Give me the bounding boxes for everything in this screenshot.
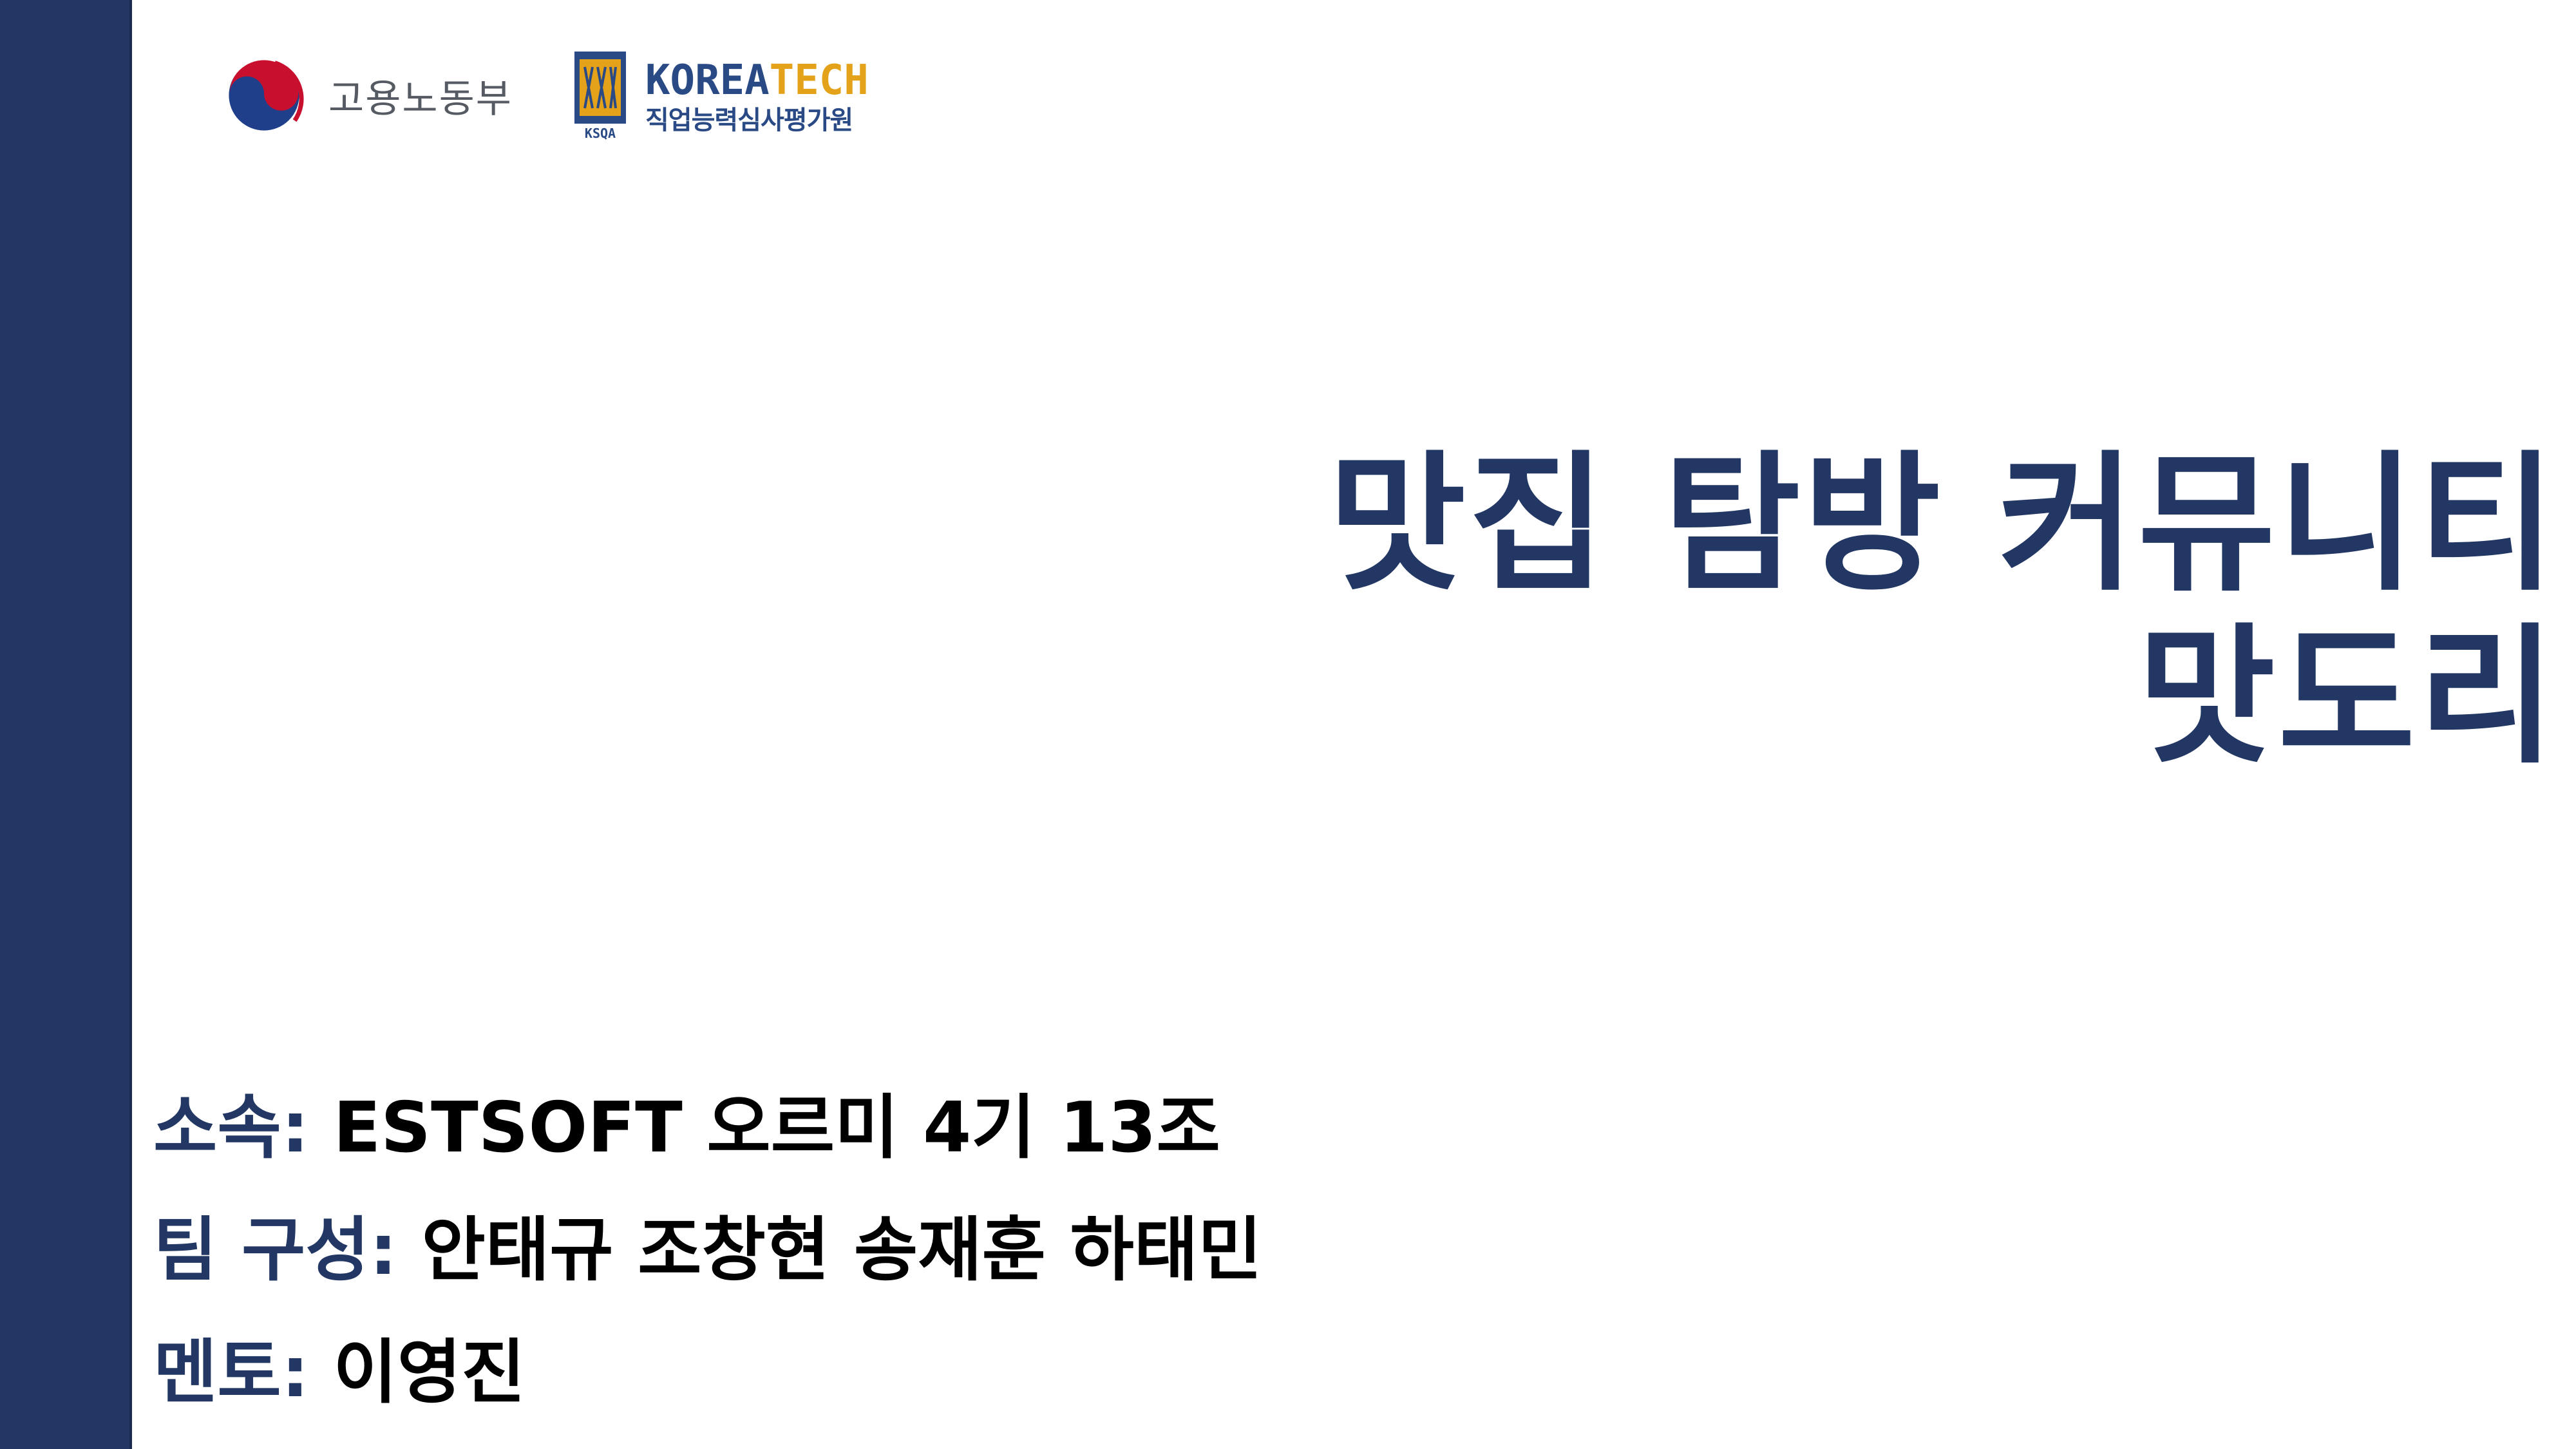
left-accent-bar — [0, 0, 132, 1449]
mentor-line: 멘토: 이영진 — [153, 1338, 526, 1408]
koreatech-subtitle: 직업능력심사평가원 — [645, 106, 853, 135]
affiliation-value: ESTSOFT 오르미 4기 13조 — [333, 1088, 1220, 1168]
ksqa-emblem-icon: KSQA — [574, 52, 626, 142]
koreatech-logo: KSQA KOREATECH 직업능력심사평가원 — [572, 52, 869, 142]
title-line-2: 맛도리 — [2137, 610, 2558, 784]
taeguk-emblem-icon — [227, 58, 304, 133]
slide-title: 맛집 탐방 커뮤니티 맛도리 — [1329, 438, 2558, 783]
affiliation-line: 소속: ESTSOFT 오르미 4기 13조 — [153, 1094, 1220, 1163]
koreatech-title-tech: TECH — [769, 57, 869, 104]
title-slide: 고용노동부 KSQA KOREATECH 직업능력심사평가원 맛집 탐방 커뮤니… — [0, 0, 2576, 1449]
mentor-value: 이영진 — [333, 1332, 526, 1413]
team-value: 안태규 조창현 송재훈 하태민 — [421, 1210, 1262, 1291]
moel-logo: 고용노동부 — [219, 50, 513, 140]
koreatech-title-korea: KOREA — [645, 57, 770, 104]
koreatech-title: KOREATECH — [645, 60, 869, 101]
team-label: 팀 구성: — [153, 1210, 397, 1291]
ksqa-badge-text: KSQA — [585, 126, 616, 141]
team-line: 팀 구성: 안태규 조창현 송재훈 하태민 — [153, 1216, 1262, 1285]
mentor-label: 멘토: — [153, 1332, 309, 1413]
title-line-1: 맛집 탐방 커뮤니티 — [1328, 437, 2558, 611]
affiliation-label: 소속: — [153, 1088, 309, 1168]
koreatech-text: KOREATECH 직업능력심사평가원 — [645, 60, 869, 133]
moel-name: 고용노동부 — [328, 76, 513, 122]
